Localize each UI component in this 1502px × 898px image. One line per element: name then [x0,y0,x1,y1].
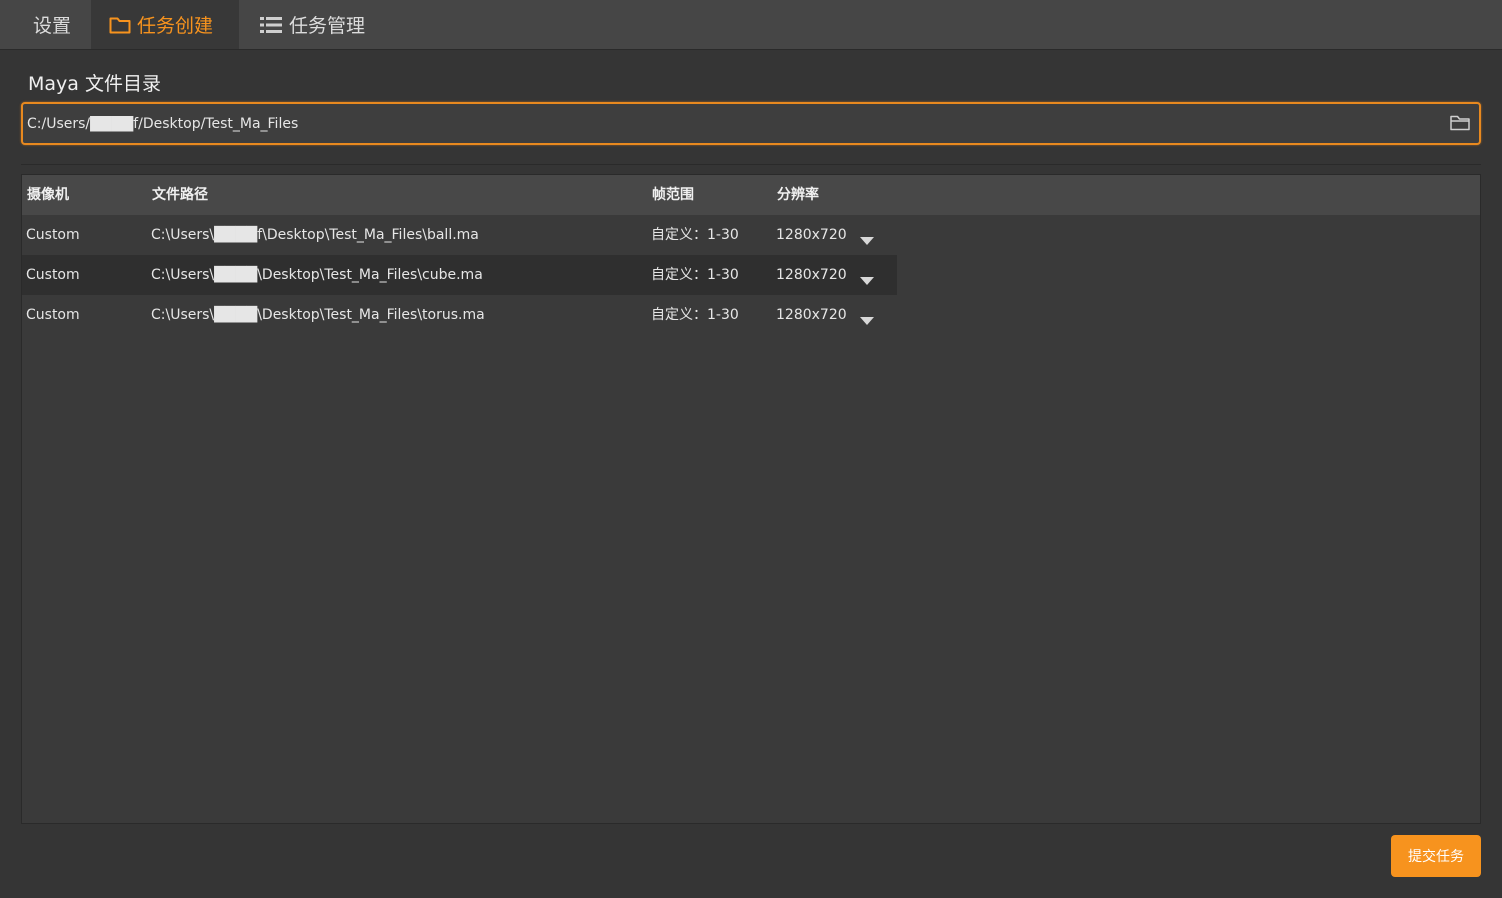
row-frame-range: 自定义：1-30 [651,227,739,243]
resolution-dropdown-icon[interactable] [858,311,876,325]
row-file-path: C:\Users\████f\Desktop\Test_Ma_Files\bal… [151,227,479,243]
maya-dir-label: Maya 文件目录 [28,73,161,95]
maya-dir-field [21,102,1481,145]
tab-task-manage-label: 任务管理 [289,15,366,37]
folder-icon [109,16,131,34]
tab-task-create-label: 任务创建 [137,15,214,37]
header-file-path: 文件路径 [152,187,208,203]
header-frame-range: 帧范围 [652,187,694,203]
resolution-dropdown-icon[interactable] [858,231,876,245]
table-row[interactable]: Custom C:\Users\████f\Desktop\Test_Ma_Fi… [22,215,897,255]
row-frame-range: 自定义：1-30 [651,307,739,323]
tab-task-manage[interactable]: 任务管理 [239,0,399,49]
divider [21,164,1481,165]
header-camera: 摄像机 [27,187,69,203]
browse-folder-button[interactable] [1449,113,1471,133]
tab-task-create[interactable]: 任务创建 [91,0,239,49]
folder-icon [1450,115,1470,131]
tab-settings-label: 设置 [33,15,72,37]
table-row[interactable]: Custom C:\Users\████\Desktop\Test_Ma_Fil… [22,295,897,335]
resolution-dropdown-icon[interactable] [858,271,876,285]
row-camera: Custom [26,227,80,243]
list-icon [259,15,283,35]
row-resolution: 1280x720 [776,267,847,283]
table-header: 摄像机 文件路径 帧范围 分辨率 [22,175,1480,215]
submit-task-button[interactable]: 提交任务 [1391,835,1481,877]
row-file-path: C:\Users\████\Desktop\Test_Ma_Files\cube… [151,267,483,283]
table-row[interactable]: Custom C:\Users\████\Desktop\Test_Ma_Fil… [22,255,897,295]
row-resolution: 1280x720 [776,227,847,243]
tab-settings[interactable]: 设置 [0,0,91,49]
header-resolution: 分辨率 [777,187,819,203]
task-table: 摄像机 文件路径 帧范围 分辨率 Custom C:\Users\████f\D… [21,174,1481,824]
row-frame-range: 自定义：1-30 [651,267,739,283]
tab-bar: 设置 任务创建 任务管理 [0,0,1502,50]
row-resolution: 1280x720 [776,307,847,323]
row-camera: Custom [26,267,80,283]
row-file-path: C:\Users\████\Desktop\Test_Ma_Files\toru… [151,307,485,323]
maya-dir-input[interactable] [27,104,1437,143]
row-camera: Custom [26,307,80,323]
